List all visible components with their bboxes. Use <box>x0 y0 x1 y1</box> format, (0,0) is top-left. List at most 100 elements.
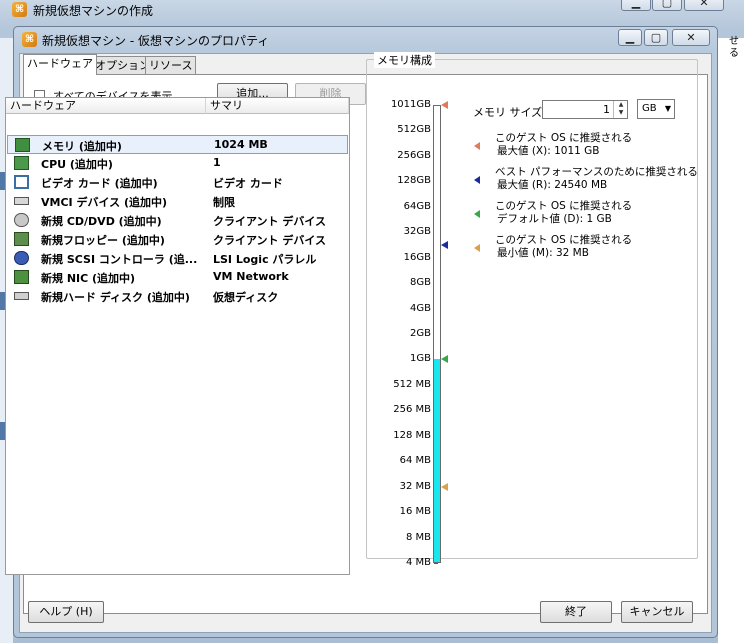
hardware-name: VMCI デバイス (追加中) <box>41 196 168 209</box>
hardware-name: 新規 CD/DVD (追加中) <box>41 215 162 228</box>
vmci-device-icon <box>14 197 29 205</box>
memory-scale-label: 64GB <box>403 200 431 212</box>
table-row[interactable]: 新規ハード ディスク (追加中) 仮想ディスク <box>7 287 348 306</box>
spin-down-icon[interactable]: ▼ <box>614 109 628 117</box>
default-value-marker-icon[interactable] <box>441 355 448 364</box>
hardware-summary: 1 <box>213 156 221 169</box>
memory-slider-track[interactable] <box>433 105 441 563</box>
outer-close-button[interactable]: ✕ <box>684 0 724 11</box>
legend-line-2: デフォルト値 (D): 1 GB <box>497 213 612 225</box>
app-icon: ⌘ <box>12 2 27 17</box>
memory-scale-label: 128GB <box>397 175 431 187</box>
legend-line-2: 最大値 (R): 24540 MB <box>497 179 608 191</box>
hardware-name: 新規フロッピー (追加中) <box>41 234 165 247</box>
legend-line-1: このゲスト OS に推奨される <box>495 234 633 246</box>
legend-line-1: ベスト パフォーマンスのために推奨される <box>495 166 698 178</box>
floppy-icon <box>14 232 29 246</box>
background-right-strip <box>718 38 744 643</box>
finish-button[interactable]: 終了 <box>540 601 612 623</box>
legend-marker-icon <box>474 210 480 218</box>
dialog-icon: ⌘ <box>22 32 37 47</box>
legend-line-1: このゲスト OS に推奨される <box>495 200 633 212</box>
legend-marker-icon <box>474 176 480 184</box>
hardware-summary: LSI Logic パラレル <box>213 253 317 266</box>
memory-size-label: メモリ サイズ: <box>473 106 546 119</box>
table-row[interactable]: メモリ (追加中) 1024 MB <box>7 135 348 154</box>
help-button[interactable]: ヘルプ (H) <box>28 601 104 623</box>
outer-maximize-button[interactable]: ▢ <box>652 0 682 11</box>
dialog-maximize-button[interactable]: ▢ <box>644 29 668 46</box>
tab-resources[interactable]: リソース <box>145 56 197 75</box>
hardware-name: 新規 SCSI コントローラ (追... <box>41 253 198 266</box>
memory-size-spinner[interactable]: ▲ ▼ <box>613 101 627 118</box>
memory-scale-label: 16GB <box>403 251 431 263</box>
outer-minimize-button[interactable]: ▁ <box>621 0 651 11</box>
hardware-name: CPU (追加中) <box>41 158 113 171</box>
legend-marker-icon <box>474 142 480 150</box>
network-card-icon <box>14 270 29 284</box>
memory-scale-label: 1011GB <box>390 99 431 110</box>
memory-unit-value: GB <box>642 103 657 114</box>
tab-hardware[interactable]: ハードウェア <box>23 54 97 75</box>
table-row[interactable]: ビデオ カード (追加中) ビデオ カード <box>7 173 348 192</box>
table-row[interactable]: 新規フロッピー (追加中) クライアント デバイス <box>7 230 348 249</box>
memory-scale-label: 1GB <box>410 353 431 365</box>
hardware-name: 新規ハード ディスク (追加中) <box>41 291 190 304</box>
hardware-summary: VM Network <box>213 270 289 283</box>
legend-line-1: このゲスト OS に推奨される <box>495 132 633 144</box>
chevron-down-icon: ▼ <box>664 104 671 113</box>
memory-scale-tick <box>434 563 438 564</box>
memory-scale-label: 64 MB <box>399 455 431 467</box>
hardware-summary: ビデオ カード <box>213 177 283 190</box>
hardware-table: ハードウェア サマリ メモリ (追加中) 1024 MB CPU (追加中) 1 ビデオ… <box>5 97 350 575</box>
cd-dvd-icon <box>14 213 29 227</box>
memory-scale-label: 256GB <box>397 149 431 161</box>
memory-scale-label: 32GB <box>403 226 431 238</box>
memory-scale-label: 32 MB <box>399 480 431 492</box>
scsi-controller-icon <box>14 251 29 265</box>
column-header-summary[interactable]: サマリ <box>206 98 349 114</box>
memory-scale-label: 16 MB <box>399 506 431 518</box>
video-card-icon <box>14 175 29 189</box>
memory-scale-label: 4GB <box>410 302 431 314</box>
best-performance-marker-icon[interactable] <box>441 240 448 249</box>
table-row[interactable]: 新規 CD/DVD (追加中) クライアント デバイス <box>7 211 348 230</box>
min-recommended-marker-icon[interactable] <box>441 482 448 491</box>
table-row[interactable]: 新規 SCSI コントローラ (追... LSI Logic パラレル <box>7 249 348 268</box>
spin-up-icon[interactable]: ▲ <box>614 101 628 109</box>
cpu-icon <box>14 156 29 170</box>
column-header-hardware[interactable]: ハードウェア <box>6 98 206 114</box>
memory-scale-label: 8 MB <box>405 531 431 543</box>
memory-scale-label: 128 MB <box>393 429 431 441</box>
hardware-summary: 制限 <box>213 196 235 209</box>
dialog-close-button[interactable]: ✕ <box>672 29 710 46</box>
max-recommended-marker-icon[interactable] <box>441 101 448 109</box>
table-row[interactable]: CPU (追加中) 1 <box>7 154 348 173</box>
memory-scale-label: 4 MB <box>405 557 431 568</box>
memory-scale-label: 512 MB <box>393 378 431 390</box>
memory-scale-label: 256 MB <box>393 404 431 416</box>
memory-group-title: メモリ構成 <box>374 52 435 68</box>
legend-marker-icon <box>474 244 480 252</box>
hardware-summary: 仮想ディスク <box>213 291 279 304</box>
hardware-summary: 1024 MB <box>214 138 268 151</box>
hard-disk-icon <box>14 292 29 300</box>
memory-slider-fill <box>434 359 440 562</box>
table-row[interactable]: VMCI デバイス (追加中) 制限 <box>7 192 348 211</box>
hardware-summary: クライアント デバイス <box>213 234 327 247</box>
memory-unit-select[interactable]: GB ▼ <box>637 99 675 119</box>
memory-icon <box>15 138 30 152</box>
memory-scale-label: 512GB <box>397 124 431 136</box>
legend-line-2: 最小値 (M): 32 MB <box>497 247 589 259</box>
outer-window-title: 新規仮想マシンの作成 <box>33 4 154 18</box>
legend-line-2: 最大値 (X): 1011 GB <box>497 145 600 157</box>
hardware-summary: クライアント デバイス <box>213 215 327 228</box>
cancel-button[interactable]: キャンセル <box>621 601 693 623</box>
hardware-name: ビデオ カード (追加中) <box>41 177 158 190</box>
dialog-minimize-button[interactable]: ▁ <box>618 29 642 46</box>
table-row[interactable]: 新規 NIC (追加中) VM Network <box>7 268 348 287</box>
outer-titlebar: ⌘ 新規仮想マシンの作成 ▁ ▢ ✕ <box>0 0 744 20</box>
memory-scale-label: 8GB <box>410 277 431 289</box>
memory-scale-label: 2GB <box>410 328 431 339</box>
hardware-name: 新規 NIC (追加中) <box>41 272 136 285</box>
